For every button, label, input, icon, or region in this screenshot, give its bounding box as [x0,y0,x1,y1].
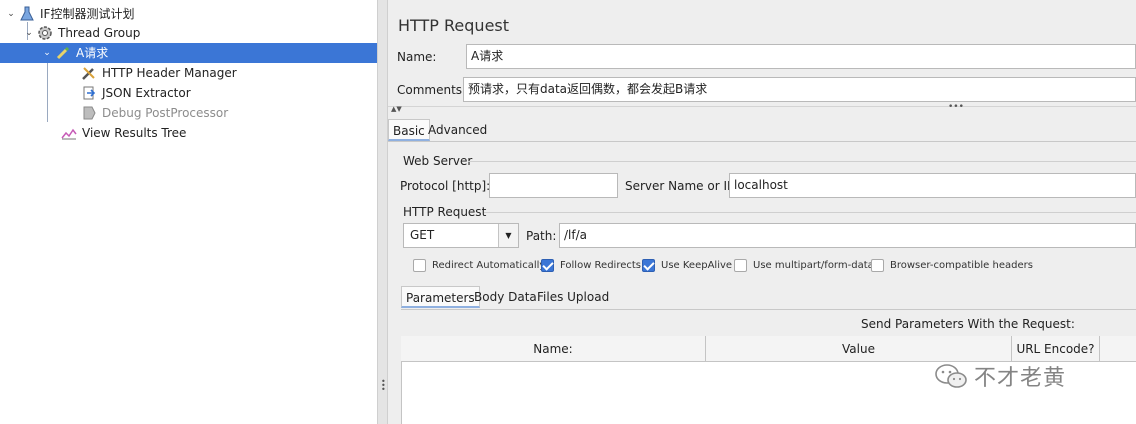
tree-item-label: A请求 [76,46,109,60]
collapse-arrows-icon[interactable]: ▲▼ [391,105,402,113]
use-keepalive-label: Use KeepAlive [661,260,733,271]
processor-icon [80,105,98,121]
name-field[interactable]: A请求 [466,44,1136,69]
name-label: Name: [397,50,437,64]
drag-handle-icon[interactable]: • • • [381,378,386,394]
tree-item-header-manager[interactable]: HTTP Header Manager [80,63,377,83]
chevron-down-icon[interactable]: ▼ [498,224,518,247]
dropper-icon [54,45,72,61]
path-field[interactable]: /lf/a [559,223,1136,248]
extractor-icon [80,85,98,101]
chevron-down-icon[interactable]: ⌄ [22,23,36,43]
column-header-value[interactable]: Value [706,336,1012,362]
wrench-icon [80,65,98,81]
wechat-icon [935,364,967,388]
redirect-automatically-checkbox[interactable] [413,259,426,272]
tree-item-label: Thread Group [58,26,141,40]
tab-parameters[interactable]: Parameters [401,286,480,308]
tree-connector [47,62,48,122]
server-label: Server Name or IP: [625,179,739,193]
multipart-checkbox[interactable] [734,259,747,272]
tree-item-debug-postprocessor[interactable]: Debug PostProcessor [80,103,377,123]
use-keepalive-checkbox[interactable] [642,259,655,272]
chevron-down-icon[interactable]: ⌄ [40,43,54,63]
server-field[interactable]: localhost [729,173,1136,198]
comments-field[interactable]: 预请求，只有data返回偶数，都会发起B请求 [463,77,1136,102]
send-params-label: Send Parameters With the Request: [861,317,1075,331]
tree-item-label: Debug PostProcessor [102,106,229,120]
tree-item-view-results-tree[interactable]: View Results Tree [60,123,377,143]
tree-item-test-plan[interactable]: ⌄ IF控制器测试计划 [4,4,377,24]
redirect-automatically-label: Redirect Automatically [432,260,546,271]
panel-splitter[interactable]: • • • [377,0,388,424]
column-header-name[interactable]: Name: [401,336,706,362]
gear-icon [36,25,54,41]
comments-label: Comments: [397,83,467,97]
tree-item-a-request[interactable]: ⌄ A请求 [0,43,377,63]
tree-item-label: JSON Extractor [102,86,191,100]
protocol-label: Protocol [http]: [400,179,491,193]
http-request-legend: HTTP Request [403,205,487,219]
web-server-legend: Web Server [403,154,473,168]
http-request-panel: HTTP Request Name: A请求 Comments: 预请求，只有d… [388,0,1136,424]
subtab-divider [401,309,1136,310]
path-label: Path: [526,229,557,243]
flask-icon [18,6,36,22]
tree-item-label: View Results Tree [82,126,187,140]
tree-item-label: IF控制器测试计划 [40,7,135,21]
multipart-label: Use multipart/form-data [753,260,874,271]
browser-compatible-label: Browser-compatible headers [890,260,1033,271]
column-header-filler [1100,336,1136,362]
follow-redirects-label: Follow Redirects [560,260,641,271]
browser-compatible-checkbox[interactable] [871,259,884,272]
tab-body-data[interactable]: Body Data [470,286,541,308]
chevron-down-icon[interactable]: ⌄ [4,4,18,24]
follow-redirects-checkbox[interactable] [541,259,554,272]
tab-advanced[interactable]: Advanced [424,119,491,141]
collapse-bar[interactable]: ▲▼ ••• [388,102,1136,115]
tab-files-upload[interactable]: Files Upload [533,286,613,308]
tree-item-json-extractor[interactable]: JSON Extractor [80,83,377,103]
tab-divider [388,141,1136,142]
protocol-field[interactable] [489,173,618,198]
chart-icon [60,125,78,141]
web-server-divider [468,161,1136,162]
method-value: GET [410,228,435,242]
watermark: 不才老黄 [934,360,1066,392]
tree-item-label: HTTP Header Manager [102,66,237,80]
column-header-url-encode[interactable]: URL Encode? [1012,336,1100,362]
tree-item-thread-group[interactable]: ⌄ Thread Group [22,23,377,43]
method-select[interactable]: GET ▼ [403,223,519,248]
watermark-text: 不才老黄 [974,366,1067,391]
http-request-divider [484,212,1136,213]
more-icon[interactable]: ••• [948,102,964,112]
test-plan-tree: ⌄ IF控制器测试计划 ⌄ Thread Group ⌄ A请求 HTTP He… [0,0,377,424]
page-title: HTTP Request [398,16,510,35]
